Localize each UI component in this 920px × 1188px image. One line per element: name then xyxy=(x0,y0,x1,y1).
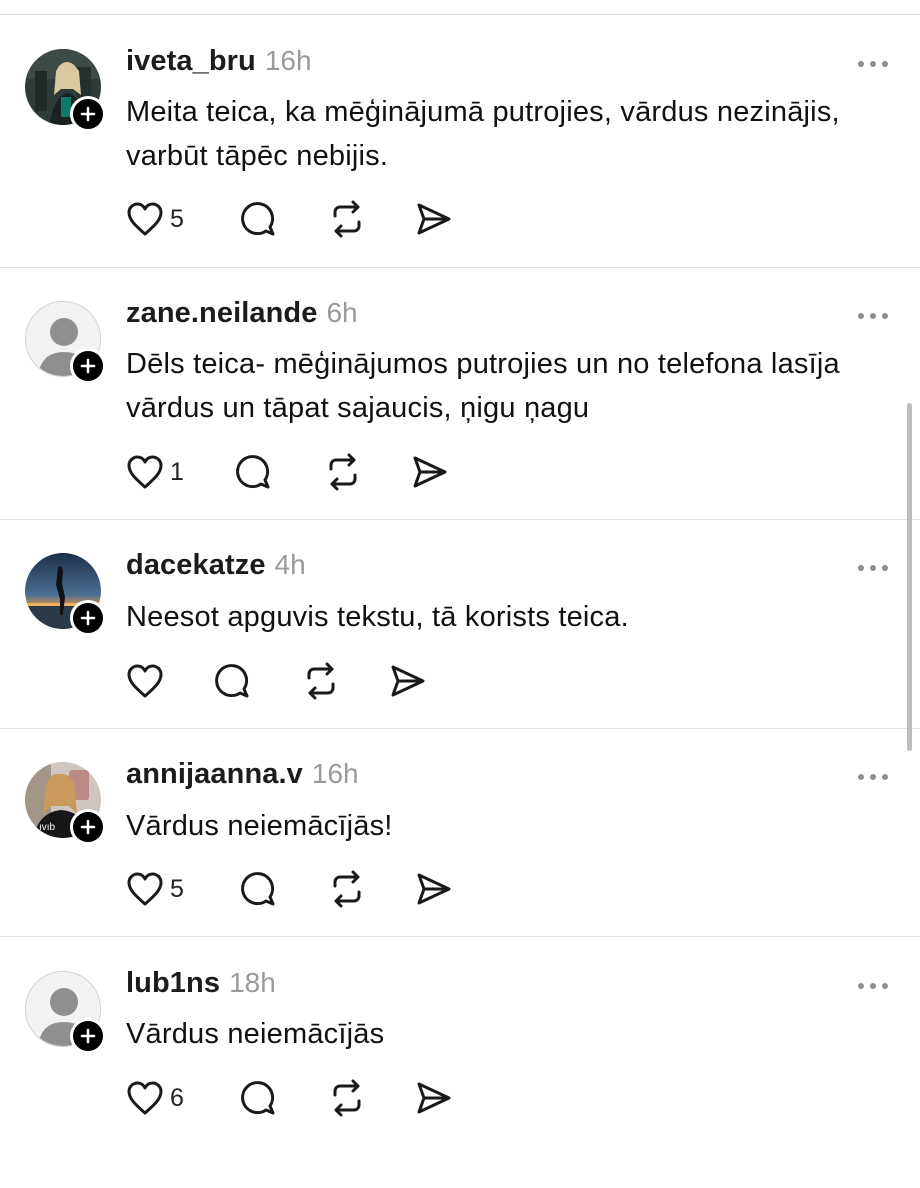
heart-icon xyxy=(127,202,163,236)
like-count: 5 xyxy=(170,874,184,903)
comment-icon xyxy=(215,664,249,698)
like-button[interactable] xyxy=(126,661,164,701)
share-button[interactable] xyxy=(414,869,452,909)
timestamp: 18h xyxy=(229,967,276,998)
comment-icon xyxy=(241,872,275,906)
follow-plus-icon[interactable] xyxy=(70,348,106,384)
avatar[interactable] xyxy=(25,301,106,384)
more-options-icon[interactable] xyxy=(856,980,890,992)
timestamp: 16h xyxy=(264,45,312,76)
repost-icon xyxy=(333,870,361,908)
post-text: Dēls teica- mēģinājumos putrojies un no … xyxy=(126,348,840,424)
send-icon xyxy=(417,203,451,235)
repost-button[interactable] xyxy=(327,1078,367,1118)
post-divider xyxy=(0,936,920,937)
post-text: Meita teica, ka mēģinājumā putrojies, vā… xyxy=(126,96,840,172)
like-button[interactable]: 1 xyxy=(126,452,184,492)
post-header: iveta_bru 16h xyxy=(126,45,312,78)
share-button[interactable] xyxy=(410,452,448,492)
reply-button[interactable] xyxy=(214,661,252,701)
more-options-icon[interactable] xyxy=(856,310,890,322)
follow-plus-icon[interactable] xyxy=(70,96,106,132)
timestamp: 16h xyxy=(311,758,359,789)
repost-icon xyxy=(333,200,361,238)
more-options-icon[interactable] xyxy=(856,771,890,783)
repost-button[interactable] xyxy=(327,199,367,239)
more-options-icon[interactable] xyxy=(856,562,890,574)
reply-button[interactable] xyxy=(240,869,278,909)
post-header: annijaanna.v 16h xyxy=(126,758,359,791)
send-icon xyxy=(417,1082,451,1114)
like-count: 5 xyxy=(170,204,184,233)
reply-button[interactable] xyxy=(240,199,278,239)
repost-icon xyxy=(329,453,357,491)
repost-button[interactable] xyxy=(327,869,367,909)
repost-button[interactable] xyxy=(301,661,341,701)
comment-icon xyxy=(241,1081,275,1115)
share-button[interactable] xyxy=(414,1078,452,1118)
send-icon xyxy=(417,873,451,905)
share-button[interactable] xyxy=(414,199,452,239)
username[interactable]: lub1ns xyxy=(126,967,220,1000)
like-count: 6 xyxy=(170,1083,184,1112)
like-button[interactable]: 5 xyxy=(126,869,184,909)
send-icon xyxy=(391,665,425,697)
post-divider xyxy=(0,519,920,520)
like-button[interactable]: 5 xyxy=(126,199,184,239)
share-button[interactable] xyxy=(388,661,426,701)
username[interactable]: zane.neilande xyxy=(126,297,317,330)
svg-text:ıvıb: ıvıb xyxy=(39,822,56,833)
post-text: Vārdus neiemācījās! xyxy=(126,810,393,842)
post-header: lub1ns 18h xyxy=(126,967,276,1000)
more-options-icon[interactable] xyxy=(856,58,890,70)
post-header: dacekatze 4h xyxy=(126,549,306,582)
scrollbar[interactable] xyxy=(907,403,912,751)
avatar[interactable]: ıvıb xyxy=(25,762,106,845)
username[interactable]: iveta_bru xyxy=(126,45,256,78)
like-button[interactable]: 6 xyxy=(126,1078,184,1118)
follow-plus-icon[interactable] xyxy=(70,809,106,845)
follow-plus-icon[interactable] xyxy=(70,1018,106,1054)
like-count: 1 xyxy=(170,457,184,486)
top-divider xyxy=(0,14,920,15)
send-icon xyxy=(413,456,447,488)
heart-icon xyxy=(127,1081,163,1115)
comment-icon xyxy=(236,455,270,489)
username[interactable]: annijaanna.v xyxy=(126,758,303,791)
reply-button[interactable] xyxy=(240,1078,278,1118)
repost-icon xyxy=(333,1079,361,1117)
post-header: zane.neilande 6h xyxy=(126,297,358,330)
follow-plus-icon[interactable] xyxy=(70,600,106,636)
repost-button[interactable] xyxy=(323,452,363,492)
heart-icon xyxy=(127,664,163,698)
post-text: Neesot apguvis tekstu, tā korists teica. xyxy=(126,601,629,633)
heart-icon xyxy=(127,872,163,906)
post-text: Vārdus neiemācījās xyxy=(126,1018,385,1050)
post-divider xyxy=(0,728,920,729)
post-divider xyxy=(0,267,920,268)
timestamp: 6h xyxy=(326,297,358,328)
reply-button[interactable] xyxy=(235,452,273,492)
comment-icon xyxy=(241,202,275,236)
repost-icon xyxy=(307,662,335,700)
avatar[interactable] xyxy=(25,553,106,636)
avatar[interactable] xyxy=(25,49,106,132)
avatar[interactable] xyxy=(25,971,106,1054)
username[interactable]: dacekatze xyxy=(126,549,266,582)
timestamp: 4h xyxy=(274,549,306,580)
heart-icon xyxy=(127,455,163,489)
